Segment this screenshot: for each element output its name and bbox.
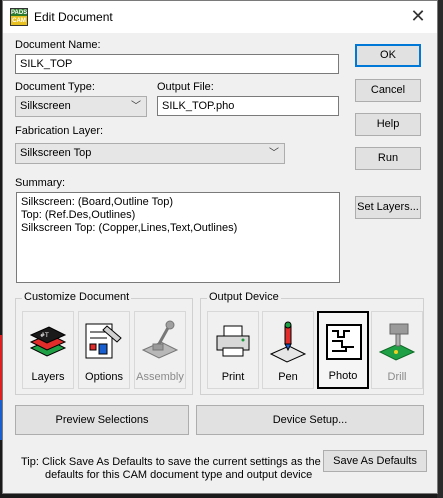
layers-icon: #T: [29, 326, 67, 357]
fabrication-layer-label: Fabrication Layer:: [15, 125, 104, 137]
output-device-group: Output Device Print Pen Photo Drill: [200, 291, 424, 395]
drill-label: Drill: [387, 371, 407, 383]
drill-icon: [378, 323, 416, 361]
chevron-down-icon: ﹀: [131, 101, 141, 112]
save-as-defaults-button[interactable]: Save As Defaults: [323, 450, 427, 472]
close-icon[interactable]: ✕: [407, 5, 429, 27]
ok-button[interactable]: OK: [355, 44, 421, 67]
document-type-value: Silkscreen: [20, 100, 71, 112]
assembly-tile[interactable]: Assembly: [134, 311, 186, 389]
print-label: Print: [221, 371, 245, 383]
document-name-input[interactable]: SILK_TOP: [15, 54, 339, 74]
output-file-label: Output File:: [157, 81, 214, 93]
printer-icon: [216, 325, 250, 357]
document-name-label: Document Name:: [15, 39, 101, 51]
device-setup-button[interactable]: Device Setup...: [196, 405, 424, 435]
summary-line: Top: (Ref.Des,Outlines): [21, 209, 136, 221]
tip-text: Tip: Click Save As Defaults to save the …: [21, 456, 321, 482]
print-tile[interactable]: Print: [207, 311, 259, 389]
drill-tile[interactable]: Drill: [371, 311, 423, 389]
layers-tile[interactable]: #T Layers: [22, 311, 74, 389]
summary-line: Silkscreen: (Board,Outline Top): [21, 196, 174, 208]
pen-tile[interactable]: Pen: [262, 311, 314, 389]
document-type-label: Document Type:: [15, 81, 95, 93]
output-file-input[interactable]: SILK_TOP.pho: [157, 96, 339, 116]
edit-document-dialog: PADS CAM Edit Document ✕ Document Name: S…: [2, 0, 438, 494]
pads-cam-icon: PADS CAM: [10, 8, 28, 26]
tip-line: Tip: Click Save As Defaults to save the …: [21, 456, 321, 468]
assembly-label: Assembly: [136, 371, 184, 383]
preview-selections-button[interactable]: Preview Selections: [15, 405, 189, 435]
help-button[interactable]: Help: [355, 113, 421, 136]
fabrication-layer-select[interactable]: Silkscreen Top ﹀: [15, 143, 285, 164]
summary-box[interactable]: Silkscreen: (Board,Outline Top) Top: (Re…: [16, 192, 340, 283]
cancel-button[interactable]: Cancel: [355, 79, 421, 102]
photo-label: Photo: [328, 370, 358, 382]
summary-line: Silkscreen Top: (Copper,Lines,Text,Outli…: [21, 222, 238, 234]
window-title: Edit Document: [34, 10, 113, 24]
set-layers-button[interactable]: Set Layers...: [355, 196, 421, 219]
customize-document-title: Customize Document: [22, 291, 132, 303]
title-bar[interactable]: PADS CAM Edit Document ✕: [3, 1, 437, 33]
summary-label: Summary:: [15, 177, 66, 189]
fabrication-layer-value: Silkscreen Top: [20, 147, 92, 159]
pen-label: Pen: [278, 371, 298, 383]
output-device-title: Output Device: [207, 291, 281, 303]
options-label: Options: [85, 371, 123, 383]
document-type-select[interactable]: Silkscreen ﹀: [15, 96, 147, 117]
svg-text:#T: #T: [40, 332, 49, 339]
options-tile[interactable]: Options: [78, 311, 130, 389]
layers-label: Layers: [31, 371, 65, 383]
photo-tile[interactable]: Photo: [317, 311, 369, 389]
chevron-down-icon: ﹀: [269, 148, 279, 159]
options-icon: [85, 323, 122, 359]
pen-plotter-icon: [269, 321, 307, 363]
customize-document-group: Customize Document #T Layers Options Ass…: [15, 291, 193, 395]
photo-plotter-icon: [326, 324, 362, 360]
run-button[interactable]: Run: [355, 147, 421, 170]
assembly-icon: [141, 320, 179, 359]
tip-line: defaults for this CAM document type and …: [45, 469, 313, 481]
